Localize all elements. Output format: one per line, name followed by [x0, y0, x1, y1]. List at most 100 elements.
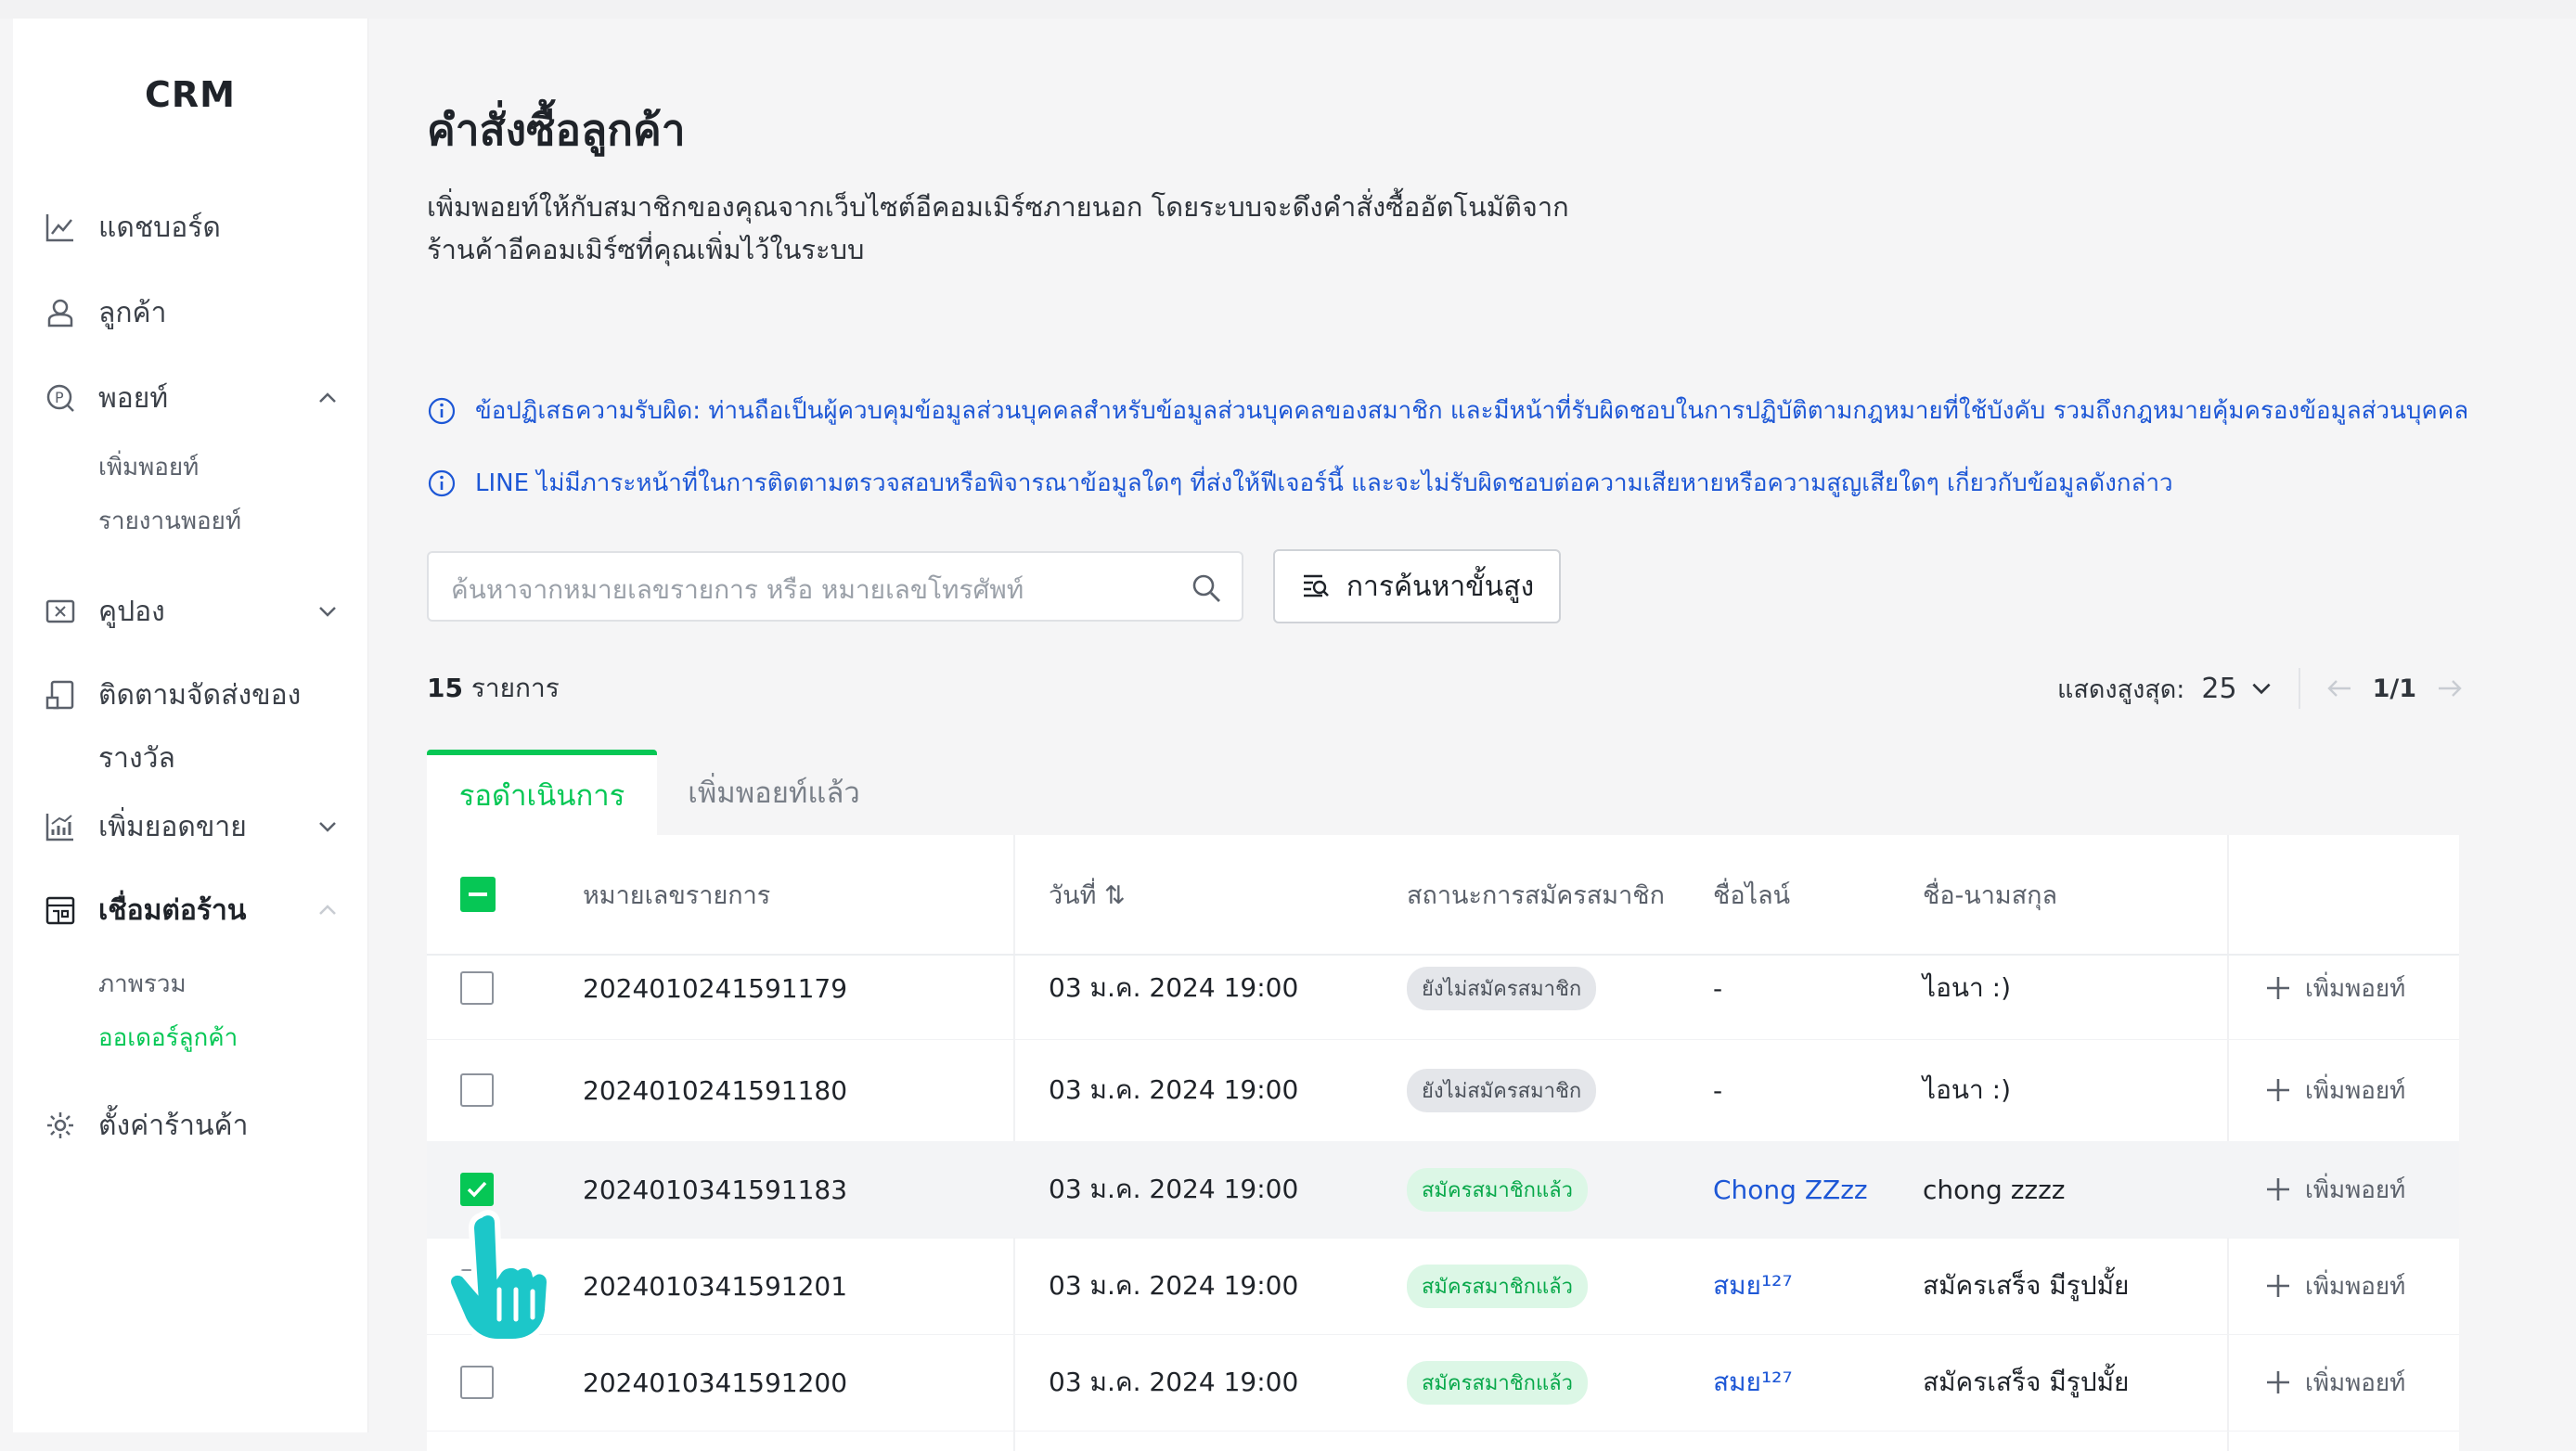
- sidebar-item-label: พอยท์: [98, 381, 169, 415]
- select-all-checkbox[interactable]: [460, 835, 496, 954]
- chevron-down-icon[interactable]: [316, 815, 340, 839]
- search-placeholder: ค้นหาจากหมายเลขรายการ หรือ หมายเลขโทรศัพ…: [451, 574, 1024, 605]
- sidebar-item-boost-sales[interactable]: เพิ่มยอดขาย: [43, 803, 349, 850]
- add-points-button[interactable]: เพิ่มพอยท์: [2264, 1072, 2405, 1110]
- brand-logo: CRM: [145, 74, 236, 115]
- chevron-up-icon[interactable]: [316, 898, 340, 922]
- header-membership-status: สถานะการสมัครสมาชิก: [1407, 880, 1665, 910]
- row-checkbox[interactable]: [460, 1173, 494, 1206]
- sidebar-item-label: แดชบอร์ด: [98, 211, 221, 244]
- disclaimer-text: ข้อปฏิเสธความรับผิด: ท่านถือเป็นผู้ควบคุ…: [475, 397, 2469, 425]
- table-row[interactable]: 2024010341591201 03 ม.ค. 2024 19:00 สมัค…: [427, 1238, 2459, 1335]
- header-order-no: หมายเลขรายการ: [583, 880, 771, 910]
- sidebar-item-label: เชื่อมต่อร้าน: [98, 893, 247, 927]
- plus-icon: [2267, 1079, 2289, 1101]
- reward-icon: [43, 677, 78, 713]
- page-size-select[interactable]: 25: [2201, 673, 2273, 705]
- chevron-down-icon[interactable]: [316, 599, 340, 623]
- disclaimer-text: LINE ไม่มีภาระหน้าที่ในการติดตามตรวจสอบห…: [475, 469, 2173, 497]
- sidebar-item-dashboard[interactable]: แดชบอร์ด: [43, 204, 349, 250]
- sidebar-item-label: คูปอง: [98, 595, 165, 628]
- add-points-button[interactable]: เพิ่มพอยท์: [2264, 1171, 2405, 1209]
- chart-line-icon: [43, 210, 78, 245]
- order-number: 2024010241591180: [583, 1074, 848, 1106]
- full-name: ไอนา :): [1923, 972, 2012, 1003]
- add-points-label: เพิ่มพอยท์: [2305, 1175, 2406, 1204]
- order-date: 03 ม.ค. 2024 19:00: [1049, 1367, 1299, 1397]
- header-date-sortable[interactable]: วันที่ ⇅: [1049, 835, 1126, 954]
- full-name: สมัครเสร็จ มีรูปมั้ย: [1923, 1367, 2130, 1397]
- points-icon: P: [43, 380, 78, 416]
- chevron-up-icon[interactable]: [316, 386, 340, 410]
- page-description-line1: เพิ่มพอยท์ให้กับสมาชิกของคุณจากเว็บไซต์อ…: [427, 191, 1569, 223]
- page-size-label: แสดงสูงสุด:: [2057, 674, 2185, 704]
- table-row[interactable]: 2024010241591180 03 ม.ค. 2024 19:00 ยังไ…: [427, 1039, 2459, 1142]
- page-description-line2: ร้านค้าอีคอมเมิร์ซที่คุณเพิ่มไว้ในระบบ: [427, 234, 865, 265]
- add-points-label: เพิ่มพอยท์: [2305, 1076, 2406, 1105]
- status-badge: ยังไม่สมัครสมาชิก: [1407, 1068, 1597, 1112]
- sidebar-item-label-line2: รางวัล: [98, 742, 175, 775]
- disclaimer-notice-2: LINE ไม่มีภาระหน้าที่ในการติดตามตรวจสอบห…: [427, 464, 2173, 502]
- sidebar-item-label: เพิ่มยอดขาย: [98, 810, 247, 843]
- svg-text:P: P: [55, 389, 64, 406]
- pager-divider: [2298, 668, 2300, 709]
- search-icon[interactable]: [1190, 571, 1223, 605]
- plus-icon: [2267, 977, 2289, 999]
- prev-page-icon[interactable]: [2325, 674, 2354, 703]
- row-checkbox[interactable]: [460, 1366, 494, 1399]
- line-name-link[interactable]: สมย¹²⁷: [1713, 1238, 1793, 1334]
- advanced-search-icon: [1303, 574, 1329, 597]
- status-badge: สมัครสมาชิกแล้ว: [1407, 1264, 1589, 1308]
- advanced-search-label: การค้นหาขั้นสูง: [1346, 570, 1535, 603]
- sidebar-item-reward-delivery[interactable]: ติดตามจัดส่งของ: [43, 672, 349, 718]
- add-points-button[interactable]: เพิ่มพอยท์: [2264, 969, 2405, 1008]
- order-date: 03 ม.ค. 2024 19:00: [1049, 1174, 1299, 1204]
- result-count-number: 15: [427, 673, 463, 703]
- table-row[interactable]: 2024010341591183 03 ม.ค. 2024 19:00 สมัค…: [427, 1141, 2459, 1239]
- row-checkbox[interactable]: [460, 1073, 494, 1107]
- line-name: -: [1713, 1074, 1723, 1106]
- page-description: เพิ่มพอยท์ให้กับสมาชิกของคุณจากเว็บไซต์อ…: [427, 186, 1726, 271]
- sidebar-item-points[interactable]: P พอยท์: [43, 375, 349, 421]
- window-top-bar: [0, 0, 2576, 19]
- row-checkbox[interactable]: [460, 971, 494, 1005]
- order-date: 03 ม.ค. 2024 19:00: [1049, 1270, 1299, 1301]
- line-name-link[interactable]: สมย¹²⁷: [1713, 1334, 1793, 1431]
- sidebar-item-connect-store[interactable]: เชื่อมต่อร้าน: [43, 887, 349, 933]
- sidebar-sub-add-points[interactable]: เพิ่มพอยท์: [98, 448, 199, 486]
- line-name-link[interactable]: Chong ZZzz: [1713, 1141, 1868, 1238]
- tab-points-added[interactable]: เพิ่มพอยท์แล้ว: [672, 750, 876, 835]
- order-number: 2024010341591201: [583, 1270, 848, 1302]
- search-input[interactable]: ค้นหาจากหมายเลขรายการ หรือ หมายเลขโทรศัพ…: [427, 551, 1243, 622]
- sidebar-item-coupons[interactable]: คูปอง: [43, 588, 349, 635]
- status-badge: สมัครสมาชิกแล้ว: [1407, 1360, 1589, 1405]
- add-points-button[interactable]: เพิ่มพอยท์: [2264, 1267, 2405, 1305]
- growth-chart-icon: [43, 809, 78, 844]
- header-full-name: ชื่อ-นามสกุล: [1923, 880, 2058, 910]
- info-icon: [428, 397, 456, 424]
- disclaimer-notice-1: ข้อปฏิเสธความรับผิด: ท่านถือเป็นผู้ควบคุ…: [427, 392, 2468, 430]
- next-page-icon[interactable]: [2435, 674, 2465, 703]
- full-name: chong zzzz: [1923, 1174, 2066, 1205]
- sidebar-item-store-settings[interactable]: ตั้งค่าร้านค้า: [43, 1102, 349, 1149]
- sidebar-sub-points-report[interactable]: รายงานพอยท์: [98, 502, 241, 540]
- sidebar-sub-customer-orders[interactable]: ออเดอร์ลูกค้า: [98, 1019, 238, 1057]
- sidebar-item-customers[interactable]: ลูกค้า: [43, 289, 349, 336]
- advanced-search-button[interactable]: การค้นหาขั้นสูง: [1273, 549, 1561, 623]
- sidebar-item-label: ลูกค้า: [98, 296, 167, 329]
- table-row[interactable]: 2024010341591200 03 ม.ค. 2024 19:00 สมัค…: [427, 1334, 2459, 1432]
- tab-pending[interactable]: รอดำเนินการ: [427, 750, 657, 835]
- page-size-value: 25: [2201, 672, 2237, 705]
- page-indicator: 1/1: [2372, 674, 2416, 703]
- plus-icon: [2267, 1371, 2289, 1393]
- order-date: 03 ม.ค. 2024 19:00: [1049, 972, 1299, 1003]
- header-line-name: ชื่อไลน์: [1713, 880, 1791, 910]
- status-badge: สมัครสมาชิกแล้ว: [1407, 1167, 1589, 1212]
- user-icon: [43, 295, 78, 330]
- indeterminate-checkbox-icon: [460, 877, 496, 912]
- page-title: คำสั่งซื้อลูกค้า: [427, 105, 686, 155]
- add-points-button[interactable]: เพิ่มพอยท์: [2264, 1364, 2405, 1402]
- table-row[interactable]: 2024010241591179 03 ม.ค. 2024 19:00 ยังไ…: [427, 937, 2459, 1040]
- sidebar-sub-overview[interactable]: ภาพรวม: [98, 965, 187, 1003]
- coupon-icon: [43, 594, 78, 629]
